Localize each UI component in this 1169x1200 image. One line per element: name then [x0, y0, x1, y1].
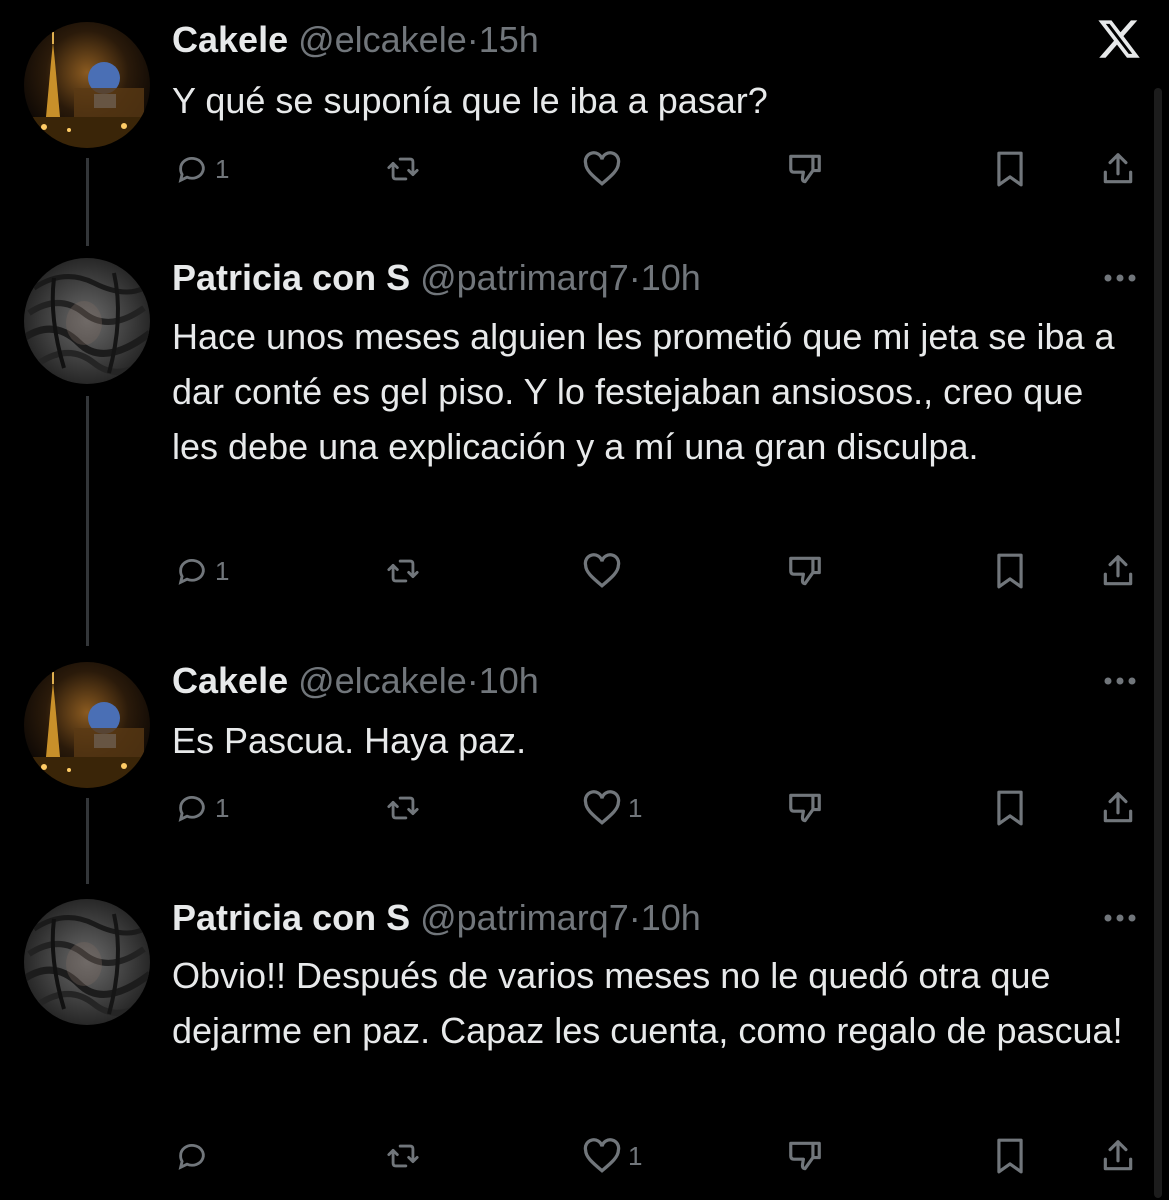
share-button[interactable]	[1099, 147, 1137, 191]
reply-button[interactable]: 1	[175, 147, 229, 191]
dislike-icon	[789, 154, 821, 184]
tweet-header: Cakele @elcakele·15h	[172, 18, 539, 62]
tweet-text: Obvio!! Después de varios meses no le qu…	[172, 955, 1123, 1051]
share-icon	[1103, 1140, 1133, 1171]
tweet-header: Patricia con S @patrimarq7·10h	[172, 896, 701, 940]
dislike-button[interactable]	[785, 549, 825, 593]
retweet-button[interactable]	[383, 147, 423, 191]
retweet-icon	[387, 796, 419, 820]
bookmark-icon	[997, 790, 1023, 826]
dislike-button[interactable]	[785, 1134, 825, 1178]
bookmark-button[interactable]	[993, 147, 1027, 191]
action-bar: 1	[0, 1134, 1169, 1178]
more-icon	[1104, 914, 1136, 922]
avatar-cakele[interactable]	[24, 662, 150, 788]
share-button[interactable]	[1099, 786, 1137, 830]
timestamp[interactable]: 10h	[641, 257, 701, 298]
action-bar: 1	[0, 147, 1169, 191]
thread-line	[86, 396, 89, 646]
dislike-button[interactable]	[785, 786, 825, 830]
heart-icon	[583, 553, 621, 588]
x-logo-icon[interactable]	[1096, 16, 1142, 62]
retweet-button[interactable]	[383, 1134, 423, 1178]
reply-icon	[178, 1144, 205, 1170]
like-count: 1	[628, 792, 643, 823]
display-name[interactable]: Cakele	[172, 19, 288, 60]
reply-icon	[178, 559, 205, 585]
reply-icon	[178, 157, 205, 183]
display-name[interactable]: Patricia con S	[172, 897, 410, 938]
retweet-button[interactable]	[383, 786, 423, 830]
display-name[interactable]: Cakele	[172, 660, 288, 701]
more-button[interactable]	[1100, 908, 1140, 928]
tweet-text: Hace unos meses alguien les prometió que…	[172, 316, 1115, 467]
share-icon	[1103, 792, 1133, 823]
retweet-button[interactable]	[383, 549, 423, 593]
retweet-icon	[387, 559, 419, 583]
more-button[interactable]	[1100, 268, 1140, 288]
heart-icon	[583, 151, 621, 186]
reply-icon	[178, 796, 205, 822]
retweet-icon	[387, 1144, 419, 1168]
separator-dot: ·	[628, 897, 641, 938]
separator-dot: ·	[466, 660, 479, 701]
bookmark-button[interactable]	[993, 549, 1027, 593]
heart-icon	[583, 1138, 621, 1173]
like-button[interactable]	[582, 147, 628, 191]
separator-dot: ·	[628, 257, 641, 298]
tweet-header: Cakele @elcakele·10h	[172, 659, 539, 703]
reply-count: 1	[215, 153, 230, 184]
bookmark-icon	[997, 1138, 1023, 1174]
more-icon	[1104, 677, 1136, 685]
user-handle[interactable]: @patrimarq7	[420, 257, 629, 298]
bookmark-button[interactable]	[993, 1134, 1027, 1178]
separator-dot: ·	[466, 19, 479, 60]
tweet-header: Patricia con S @patrimarq7·10h	[172, 256, 701, 300]
reply-button[interactable]: 1	[175, 786, 229, 830]
reply-button[interactable]	[175, 1134, 215, 1178]
share-icon	[1103, 555, 1133, 586]
tweet-text: Y qué se suponía que le iba a pasar?	[172, 80, 768, 121]
dislike-icon	[789, 1141, 821, 1171]
timestamp[interactable]: 10h	[641, 897, 701, 938]
bookmark-icon	[997, 553, 1023, 589]
dislike-button[interactable]	[785, 147, 825, 191]
like-count: 1	[628, 1140, 643, 1171]
user-handle[interactable]: @elcakele	[298, 660, 467, 701]
like-button[interactable]	[582, 549, 628, 593]
reply-count: 1	[215, 792, 230, 823]
timestamp[interactable]: 10h	[479, 660, 539, 701]
scrollbar[interactable]	[1154, 88, 1162, 1198]
avatar-patricia[interactable]	[24, 258, 150, 384]
action-bar: 1 1	[0, 786, 1169, 830]
reply-button[interactable]: 1	[175, 549, 229, 593]
dislike-icon	[789, 793, 821, 823]
avatar-cakele[interactable]	[24, 22, 150, 148]
timestamp[interactable]: 15h	[479, 19, 539, 60]
reply-count: 1	[215, 555, 230, 586]
avatar-patricia[interactable]	[24, 899, 150, 1025]
like-button[interactable]: 1	[582, 786, 642, 830]
share-button[interactable]	[1099, 549, 1137, 593]
user-handle[interactable]: @patrimarq7	[420, 897, 629, 938]
more-icon	[1104, 274, 1136, 282]
user-handle[interactable]: @elcakele	[298, 19, 467, 60]
heart-icon	[583, 790, 621, 825]
action-bar: 1	[0, 549, 1169, 593]
share-button[interactable]	[1099, 1134, 1137, 1178]
bookmark-button[interactable]	[993, 786, 1027, 830]
tweet-text: Es Pascua. Haya paz.	[172, 720, 527, 761]
share-icon	[1103, 153, 1133, 184]
bookmark-icon	[997, 151, 1023, 187]
dislike-icon	[789, 556, 821, 586]
retweet-icon	[387, 157, 419, 181]
more-button[interactable]	[1100, 671, 1140, 691]
display-name[interactable]: Patricia con S	[172, 257, 410, 298]
like-button[interactable]: 1	[582, 1134, 642, 1178]
